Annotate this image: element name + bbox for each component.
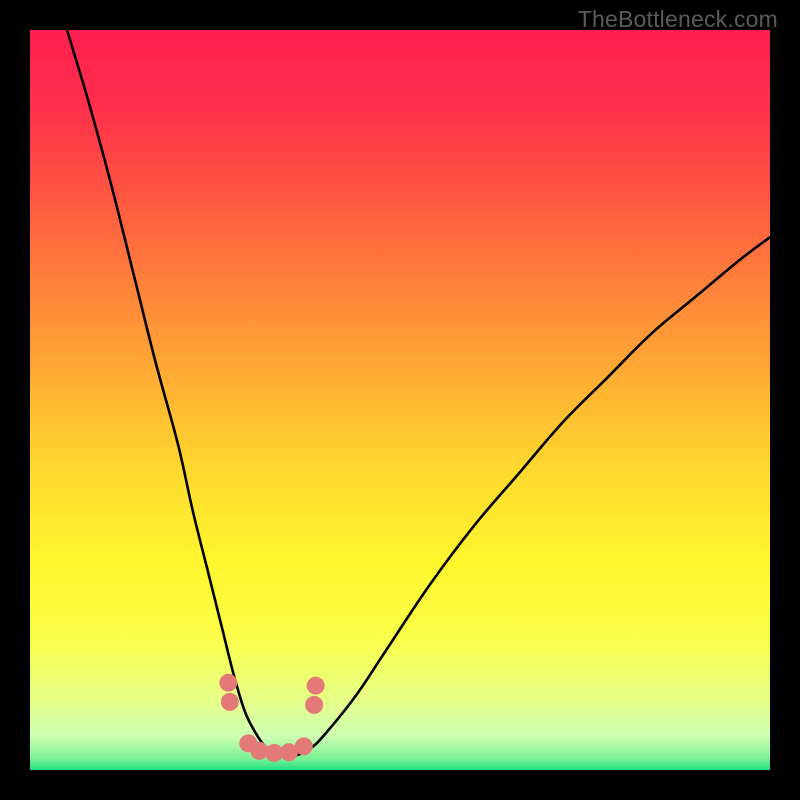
valley-dot <box>307 677 325 695</box>
curve-layer <box>30 30 770 770</box>
watermark-text: TheBottleneck.com <box>578 6 778 33</box>
valley-dot <box>219 674 237 692</box>
valley-markers <box>219 674 324 762</box>
chart-frame: TheBottleneck.com <box>0 0 800 800</box>
bottleneck-curve <box>67 30 770 756</box>
valley-dot <box>305 696 323 714</box>
valley-dot <box>295 737 313 755</box>
plot-area <box>30 30 770 770</box>
valley-dot <box>221 693 239 711</box>
